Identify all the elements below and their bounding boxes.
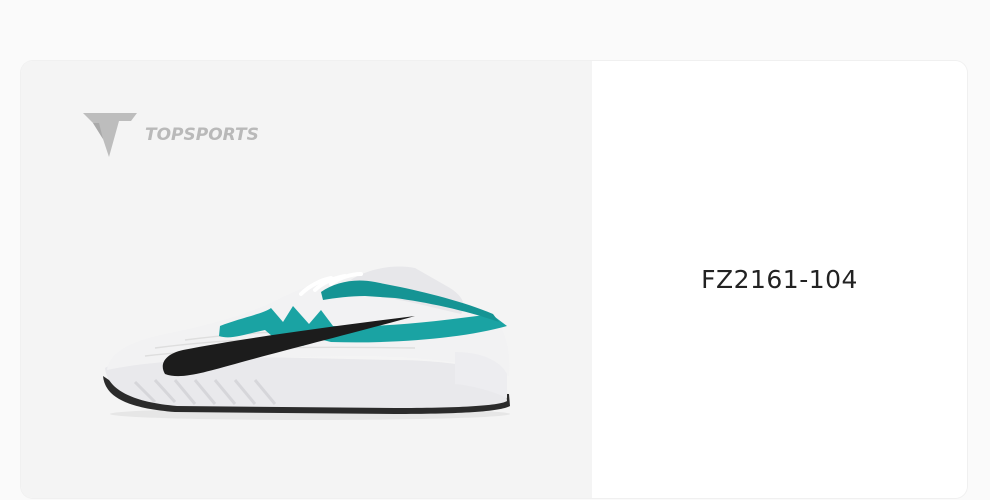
brand-logo: TOPSPORTS [81, 109, 271, 161]
brand-wordmark: TOPSPORTS [145, 125, 259, 145]
product-sku: FZ2161-104 [701, 265, 858, 294]
product-card[interactable]: TOPSPORTS FZ2161-104 [21, 61, 967, 498]
product-image-panel: TOPSPORTS [21, 61, 592, 498]
sneaker-photo [103, 266, 510, 420]
topsports-logo-icon [83, 113, 137, 157]
product-info-panel: FZ2161-104 [592, 61, 967, 498]
